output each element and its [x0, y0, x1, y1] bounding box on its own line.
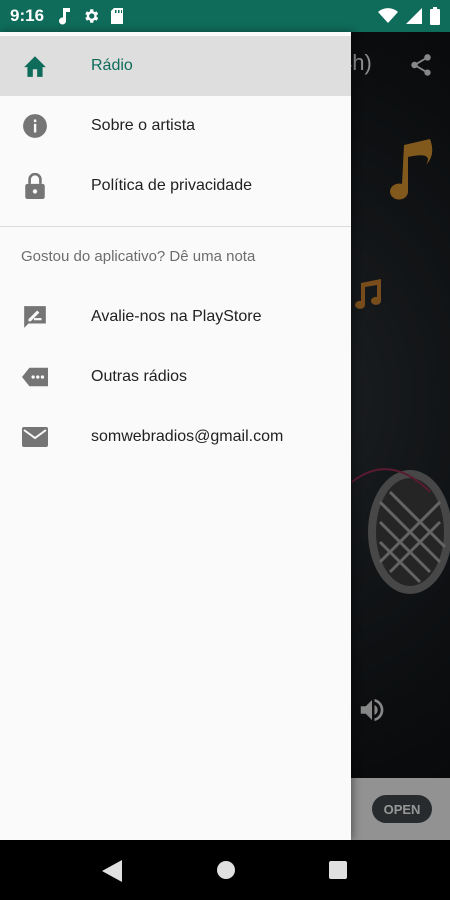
- drawer-item-privacy-policy[interactable]: Política de privacidade: [0, 156, 351, 216]
- status-time: 9:16: [10, 6, 45, 25]
- status-bar: 9:16: [0, 0, 450, 32]
- lock-icon: [22, 173, 48, 199]
- drawer-item-radio[interactable]: Rádio: [0, 36, 351, 96]
- drawer-item-email[interactable]: somwebradios@gmail.com: [0, 407, 351, 467]
- drawer-item-label: Política de privacidade: [91, 177, 252, 194]
- rate-section-header: Gostou do aplicativo? Dê uma nota: [21, 248, 256, 265]
- drawer-item-label: Sobre o artista: [91, 117, 196, 134]
- home-icon: [22, 54, 48, 78]
- drawer-item-label: Rádio: [91, 57, 133, 74]
- drawer-item-other-radios[interactable]: Outras rádios: [0, 347, 351, 407]
- signal-icon: [406, 8, 422, 24]
- status-icons-right: [378, 7, 440, 25]
- home-circle-icon[interactable]: [216, 860, 236, 885]
- drawer-item-label: Avalie-nos na PlayStore: [91, 308, 262, 325]
- recents-icon[interactable]: [329, 861, 347, 884]
- gear-icon: [82, 7, 100, 25]
- label-more-icon: [22, 365, 48, 389]
- wifi-icon: [378, 8, 398, 24]
- rate-review-icon: [22, 305, 48, 329]
- sd-card-icon: [110, 7, 124, 25]
- back-icon[interactable]: [102, 860, 122, 887]
- drawer-item-rate-playstore[interactable]: Avalie-nos na PlayStore: [0, 287, 351, 347]
- battery-icon: [430, 7, 440, 25]
- drawer-item-label: somwebradios@gmail.com: [91, 428, 284, 445]
- info-icon: [22, 114, 48, 138]
- drawer-divider: [0, 226, 351, 227]
- drawer-item-label: Outras rádios: [91, 368, 188, 385]
- system-nav-bar: [0, 840, 450, 900]
- email-icon: [22, 425, 48, 449]
- navigation-drawer: Rádio Sobre o artista Política de privac…: [0, 32, 351, 840]
- status-icons-left: [58, 7, 124, 25]
- drawer-item-about-artist[interactable]: Sobre o artista: [0, 96, 351, 156]
- music-note-icon: [58, 7, 72, 25]
